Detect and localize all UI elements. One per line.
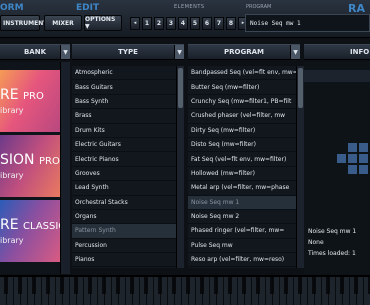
scrollbar-thumb[interactable]: [178, 68, 183, 108]
program-list-item[interactable]: Metal arp (vel=filter, mw=phase: [188, 181, 296, 196]
program-list-item[interactable]: Crunchy Seq (mw=filter1, PB=filt: [188, 95, 296, 110]
program-list-item[interactable]: Fat Seq (vel=flt env, mw=filter): [188, 152, 296, 167]
piano-keyboard[interactable]: [0, 275, 370, 305]
type-list: Atmospheric Bass Guitars Bass Synth Brass Dr…: [72, 66, 176, 268]
type-column-header[interactable]: TYPE ▼: [72, 44, 184, 60]
type-list-item[interactable]: Electric Pianos: [72, 152, 176, 167]
program-list-item[interactable]: Crushed phaser (vel=filter, mw: [188, 109, 296, 124]
element-4-button[interactable]: 4: [178, 16, 188, 30]
bank-card[interactable]: RE PRO ibrary: [0, 70, 60, 132]
chevron-down-icon[interactable]: ▼: [290, 45, 300, 59]
element-6-button[interactable]: 6: [202, 16, 212, 30]
bank-title: RE CLASSIC: [0, 216, 60, 233]
logo-square: [348, 154, 357, 163]
instrument-button[interactable]: INSTRUMENT: [0, 15, 47, 31]
program-list-item[interactable]: Butter Seq (mw=filter): [188, 80, 296, 95]
type-list-item[interactable]: Organs: [72, 210, 176, 225]
type-list-item[interactable]: Atmospheric: [72, 66, 176, 81]
bank-scrollbar[interactable]: [60, 62, 70, 274]
piano-black-keys[interactable]: [0, 277, 370, 294]
bank-card[interactable]: RE CLASSIC ibrary: [0, 200, 60, 262]
program-label: PROGRAM: [246, 4, 272, 10]
type-list-item[interactable]: Lead Synth: [72, 181, 176, 196]
info-times-loaded: Times loaded: 1: [308, 250, 356, 257]
type-list-item[interactable]: Orchestral Stacks: [72, 196, 176, 210]
bank-card[interactable]: SION PRO ibrary: [0, 135, 60, 197]
info-preview-box: [304, 70, 370, 82]
type-list-item[interactable]: Bass Guitars: [72, 80, 176, 95]
element-5-button[interactable]: 5: [190, 16, 200, 30]
bank-subtitle: ibrary: [0, 170, 24, 180]
edit-tab-label[interactable]: EDIT: [76, 3, 99, 13]
scrollbar-thumb[interactable]: [298, 68, 303, 108]
element-1-button[interactable]: 1: [142, 16, 152, 30]
program-list: Bandpassed Seq (vel=flt env, mw=filt Butt…: [188, 66, 296, 268]
logo-square: [337, 154, 346, 163]
type-list-item[interactable]: Electric Guitars: [72, 138, 176, 153]
form-tab-label[interactable]: ORM: [0, 3, 24, 13]
element-3-button[interactable]: 3: [166, 16, 176, 30]
elements-prev-button[interactable]: ◂: [130, 16, 140, 30]
logo-square: [359, 143, 368, 152]
logo-square: [348, 165, 357, 174]
program-list-item[interactable]: Noise Seq mw 1: [188, 195, 296, 210]
chevron-down-icon[interactable]: ▼: [174, 45, 184, 59]
program-header-label: PROGRAM: [224, 48, 264, 56]
elements-selector: ◂ 1 2 3 4 5 6 7 8 ▸: [130, 15, 248, 31]
program-list-item[interactable]: Bandpassed Seq (vel=flt env, mw=filt: [188, 66, 296, 81]
program-name-field[interactable]: Noise Seq mw 1: [245, 14, 370, 32]
logo-square: [348, 143, 357, 152]
type-list-item[interactable]: Drum Kits: [72, 124, 176, 138]
type-scrollbar[interactable]: [176, 66, 184, 268]
top-toolbar: ORM EDIT ELEMENTS PROGRAM RA INSTRUMENT …: [0, 0, 370, 38]
bank-subtitle: ibrary: [0, 105, 24, 115]
program-list-item[interactable]: Disto Seq (mw=filter): [188, 138, 296, 153]
logo-square: [359, 154, 368, 163]
bank-column-header[interactable]: BANK ▼: [0, 44, 70, 60]
program-column-header[interactable]: PROGRAM ▼: [188, 44, 300, 60]
elements-label: ELEMENTS: [174, 4, 205, 10]
element-7-button[interactable]: 7: [214, 16, 224, 30]
program-list-item[interactable]: Pulse Seq mw: [188, 239, 296, 254]
element-8-button[interactable]: 8: [226, 16, 236, 30]
type-header-label: TYPE: [118, 48, 138, 56]
bank-title: RE PRO: [0, 86, 44, 103]
type-list-item[interactable]: Pianos: [72, 253, 176, 268]
info-column-header: INFO: [304, 44, 370, 60]
program-list-item[interactable]: Noise Seq mw 2: [188, 210, 296, 225]
logo-square: [359, 165, 368, 174]
program-list-item[interactable]: Reso arp (vel=filter, mw=reso): [188, 253, 296, 268]
chevron-down-icon[interactable]: ▼: [60, 45, 70, 59]
bank-subtitle: ibrary: [0, 235, 24, 245]
type-list-item[interactable]: Bass Synth: [72, 95, 176, 110]
type-list-item[interactable]: Brass: [72, 109, 176, 124]
options-button[interactable]: OPTIONS ▼: [84, 15, 122, 31]
program-scrollbar[interactable]: [296, 66, 304, 268]
type-list-item[interactable]: Percussion: [72, 239, 176, 254]
type-list-item[interactable]: Pattern Synth: [72, 224, 176, 239]
info-header-label: INFO: [350, 48, 370, 56]
element-2-button[interactable]: 2: [154, 16, 164, 30]
program-list-item[interactable]: Dirty Seq (mw=filter): [188, 124, 296, 138]
mixer-button[interactable]: MIXER: [44, 15, 82, 31]
type-list-item[interactable]: Grooves: [72, 167, 176, 182]
info-line-2: None: [308, 239, 324, 246]
program-list-item[interactable]: Phased ringer (vel=filter, mw=: [188, 224, 296, 239]
bank-title: SION PRO: [0, 151, 60, 168]
bank-header-label: BANK: [23, 48, 47, 56]
info-program-name: Noise Seq mw 1: [308, 228, 357, 235]
program-list-item[interactable]: Hollowed (mw=filter): [188, 167, 296, 182]
